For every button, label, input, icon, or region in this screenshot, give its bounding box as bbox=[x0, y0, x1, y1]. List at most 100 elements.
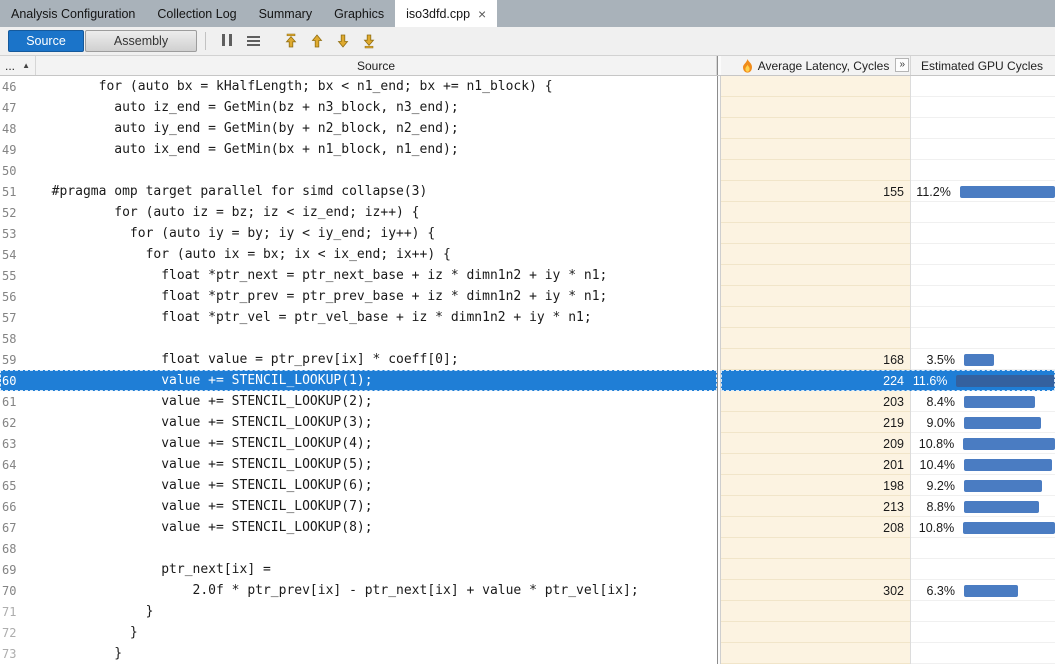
line-number: 63 bbox=[0, 433, 36, 454]
latency-value bbox=[721, 76, 911, 97]
line-number: 59 bbox=[0, 349, 36, 370]
gpu-cycles-cell bbox=[911, 622, 1055, 643]
source-row-47[interactable]: 47 auto iz_end = GetMin(bz + n3_block, n… bbox=[0, 97, 1055, 118]
gpu-cycles-cell: 10.8% bbox=[911, 433, 1055, 454]
source-code: for (auto bx = kHalfLength; bx < n1_end;… bbox=[36, 76, 717, 97]
source-code: auto ix_end = GetMin(bx + n1_block, n1_e… bbox=[36, 139, 717, 160]
latency-value bbox=[721, 244, 911, 265]
source-row-54[interactable]: 54 for (auto ix = bx; ix < ix_end; ix++)… bbox=[0, 244, 1055, 265]
gpu-bar bbox=[964, 585, 1018, 597]
source-row-64[interactable]: 64 value += STENCIL_LOOKUP(5);20110.4% bbox=[0, 454, 1055, 475]
source-row-49[interactable]: 49 auto ix_end = GetMin(bx + n1_block, n… bbox=[0, 139, 1055, 160]
gpu-cycles-cell: 8.8% bbox=[911, 496, 1055, 517]
latency-value bbox=[721, 601, 911, 622]
gpu-bar bbox=[964, 459, 1052, 471]
source-row-60[interactable]: 60 value += STENCIL_LOOKUP(1);22411.6% bbox=[0, 370, 1055, 391]
source-row-63[interactable]: 63 value += STENCIL_LOOKUP(4);20910.8% bbox=[0, 433, 1055, 454]
source-row-58[interactable]: 58 bbox=[0, 328, 1055, 349]
source-row-56[interactable]: 56 float *ptr_prev = ptr_prev_base + iz … bbox=[0, 286, 1055, 307]
source-row-69[interactable]: 69 ptr_next[ix] = bbox=[0, 559, 1055, 580]
latency-value bbox=[721, 286, 911, 307]
jump-prev-hotspot-button[interactable] bbox=[304, 29, 330, 53]
source-code: value += STENCIL_LOOKUP(7); bbox=[36, 496, 717, 517]
jump-next-hotspot-button[interactable] bbox=[330, 29, 356, 53]
source-row-71[interactable]: 71 } bbox=[0, 601, 1055, 622]
line-number: 58 bbox=[0, 328, 36, 349]
source-row-51[interactable]: 51 #pragma omp target parallel for simd … bbox=[0, 181, 1055, 202]
gpu-cycles-cell bbox=[911, 643, 1055, 664]
arrow-down-icon bbox=[335, 33, 351, 49]
source-row-65[interactable]: 65 value += STENCIL_LOOKUP(6);1989.2% bbox=[0, 475, 1055, 496]
gpu-cycles-cell: 3.5% bbox=[911, 349, 1055, 370]
line-number: 50 bbox=[0, 160, 36, 181]
expand-column-icon[interactable]: » bbox=[895, 58, 909, 72]
source-row-53[interactable]: 53 for (auto iy = by; iy < iy_end; iy++)… bbox=[0, 223, 1055, 244]
latency-value bbox=[721, 97, 911, 118]
gpu-percent: 8.8% bbox=[911, 500, 955, 514]
tab-summary[interactable]: Summary bbox=[248, 0, 323, 27]
line-number: 54 bbox=[0, 244, 36, 265]
jump-last-hotspot-button[interactable] bbox=[356, 29, 382, 53]
line-number: 71 bbox=[0, 601, 36, 622]
gpu-percent: 8.4% bbox=[911, 395, 955, 409]
source-code: auto iz_end = GetMin(bz + n3_block, n3_e… bbox=[36, 97, 717, 118]
tab-analysis-configuration[interactable]: Analysis Configuration bbox=[0, 0, 146, 27]
gpu-cycles-cell: 8.4% bbox=[911, 391, 1055, 412]
source-row-73[interactable]: 73 } bbox=[0, 643, 1055, 664]
line-number: 65 bbox=[0, 475, 36, 496]
latency-value: 168 bbox=[721, 349, 911, 370]
column-header-gpu[interactable]: Estimated GPU Cycles bbox=[911, 56, 1055, 75]
column-header-line[interactable]: ... ▲ bbox=[0, 56, 36, 75]
latency-value bbox=[721, 307, 911, 328]
gpu-bar bbox=[964, 354, 994, 366]
column-header-source[interactable]: Source bbox=[36, 56, 717, 75]
jump-first-hotspot-button[interactable] bbox=[278, 29, 304, 53]
tab-collection-log[interactable]: Collection Log bbox=[146, 0, 247, 27]
source-row-68[interactable]: 68 bbox=[0, 538, 1055, 559]
tab-iso3dfd-cpp[interactable]: iso3dfd.cpp× bbox=[395, 0, 497, 27]
gpu-cycles-cell bbox=[911, 202, 1055, 223]
toolbar-separator bbox=[205, 32, 206, 50]
line-number: 73 bbox=[0, 643, 36, 664]
source-row-52[interactable]: 52 for (auto iz = bz; iz < iz_end; iz++)… bbox=[0, 202, 1055, 223]
gpu-percent: 9.2% bbox=[911, 479, 955, 493]
latency-value: 302 bbox=[721, 580, 911, 601]
latency-value bbox=[721, 538, 911, 559]
gpu-cycles-cell bbox=[911, 328, 1055, 349]
assembly-toggle-button[interactable]: Assembly bbox=[85, 30, 197, 52]
source-row-48[interactable]: 48 auto iy_end = GetMin(by + n2_block, n… bbox=[0, 118, 1055, 139]
source-row-61[interactable]: 61 value += STENCIL_LOOKUP(2);2038.4% bbox=[0, 391, 1055, 412]
gpu-cycles-cell bbox=[911, 244, 1055, 265]
column-header-latency[interactable]: Average Latency, Cycles » bbox=[721, 56, 911, 75]
gpu-cycles-cell bbox=[911, 559, 1055, 580]
tab-graphics[interactable]: Graphics bbox=[323, 0, 395, 27]
source-code: value += STENCIL_LOOKUP(8); bbox=[36, 517, 717, 538]
close-tab-icon[interactable]: × bbox=[478, 7, 486, 21]
source-code: for (auto iy = by; iy < iy_end; iy++) { bbox=[36, 223, 717, 244]
source-row-57[interactable]: 57 float *ptr_vel = ptr_vel_base + iz * … bbox=[0, 307, 1055, 328]
gpu-percent: 10.8% bbox=[911, 521, 954, 535]
source-row-59[interactable]: 59 float value = ptr_prev[ix] * coeff[0]… bbox=[0, 349, 1055, 370]
source-row-55[interactable]: 55 float *ptr_next = ptr_next_base + iz … bbox=[0, 265, 1055, 286]
gpu-cycles-cell bbox=[911, 139, 1055, 160]
source-row-66[interactable]: 66 value += STENCIL_LOOKUP(7);2138.8% bbox=[0, 496, 1055, 517]
source-row-46[interactable]: 46 for (auto bx = kHalfLength; bx < n1_e… bbox=[0, 76, 1055, 97]
list-view-button[interactable] bbox=[240, 29, 266, 53]
source-row-72[interactable]: 72 } bbox=[0, 622, 1055, 643]
line-number: 53 bbox=[0, 223, 36, 244]
gpu-cycles-cell: 11.2% bbox=[911, 181, 1055, 202]
source-row-70[interactable]: 70 2.0f * ptr_prev[ix] - ptr_next[ix] + … bbox=[0, 580, 1055, 601]
latency-value bbox=[721, 265, 911, 286]
line-number: 66 bbox=[0, 496, 36, 517]
table-header: ... ▲ Source Average Latency, Cycles » E… bbox=[0, 56, 1055, 76]
tab-bar: Analysis ConfigurationCollection LogSumm… bbox=[0, 0, 1055, 27]
source-row-67[interactable]: 67 value += STENCIL_LOOKUP(8);20810.8% bbox=[0, 517, 1055, 538]
source-toggle-button[interactable]: Source bbox=[8, 30, 84, 52]
table-body: 46 for (auto bx = kHalfLength; bx < n1_e… bbox=[0, 76, 1055, 664]
source-code: auto iy_end = GetMin(by + n2_block, n2_e… bbox=[36, 118, 717, 139]
gpu-bar bbox=[963, 438, 1055, 450]
source-row-62[interactable]: 62 value += STENCIL_LOOKUP(3);2199.0% bbox=[0, 412, 1055, 433]
split-view-button[interactable] bbox=[214, 29, 240, 53]
source-row-50[interactable]: 50 bbox=[0, 160, 1055, 181]
line-number: 52 bbox=[0, 202, 36, 223]
